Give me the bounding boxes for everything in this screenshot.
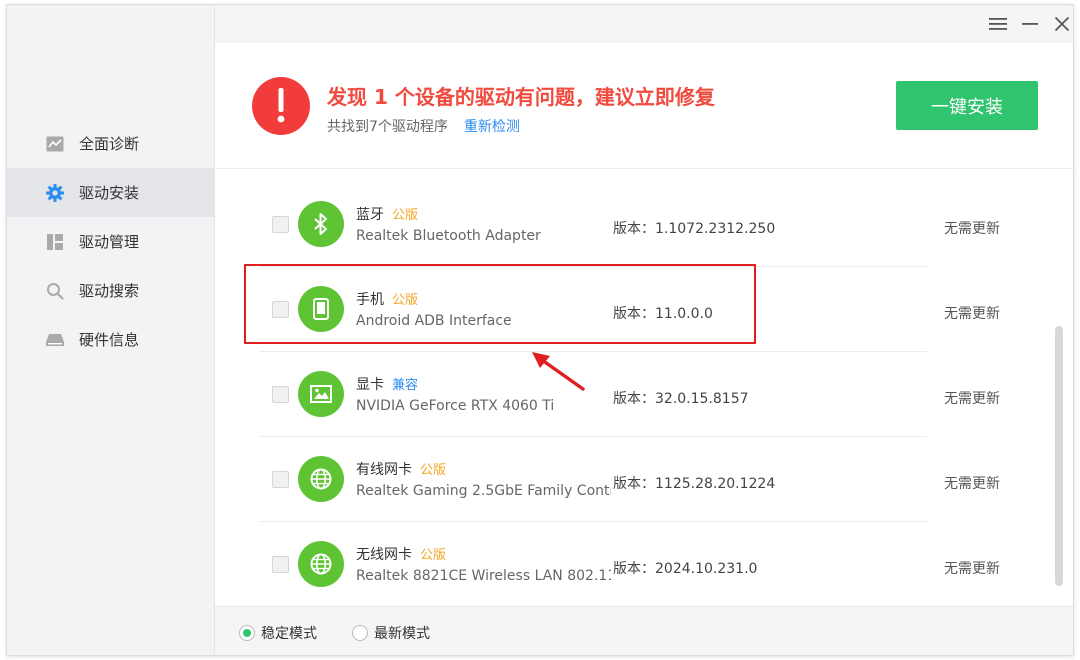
update-status: 无需更新 xyxy=(944,391,1000,407)
list-item: 有线网卡 公版 Realtek Gaming 2.5GbE Family Cont… xyxy=(215,437,1057,522)
driver-list: 蓝牙 公版 Realtek Bluetooth Adapter 版本：1.1072… xyxy=(215,182,1057,606)
sidebar-nav: 全面诊断 驱动安装 驱动管理 驱动搜索 硬件信息 xyxy=(7,119,215,364)
sidebar-item-driver-install[interactable]: 驱动安装 xyxy=(7,168,215,217)
list-item: 显卡 兼容 NVIDIA GeForce RTX 4060 Ti 版本：32.0.… xyxy=(215,352,1057,437)
app-window: 全面诊断 驱动安装 驱动管理 驱动搜索 硬件信息 发现 1 个设备的驱动有问题，… xyxy=(6,4,1074,656)
device-name: 手机 公版 xyxy=(356,289,418,309)
latest-mode-radio[interactable]: 最新模式 xyxy=(352,623,430,643)
update-status: 无需更新 xyxy=(944,476,1000,492)
list-item: 手机 公版 Android ADB Interface 版本：11.0.0.0 无… xyxy=(215,267,1057,352)
globe-icon xyxy=(298,456,344,502)
sidebar: 全面诊断 驱动安装 驱动管理 驱动搜索 硬件信息 xyxy=(7,5,215,655)
sidebar-item-label: 驱动安装 xyxy=(79,184,140,202)
one-click-install-button[interactable]: 一键安装 xyxy=(896,81,1038,130)
device-model: Realtek Gaming 2.5GbE Family Contr xyxy=(356,483,611,499)
stable-mode-radio[interactable]: 稳定模式 xyxy=(239,623,317,643)
sidebar-item-driver-search[interactable]: 驱动搜索 xyxy=(7,266,215,315)
headline: 发现 1 个设备的驱动有问题，建议立即修复 xyxy=(327,85,715,109)
driver-tag: 公版 xyxy=(392,293,419,308)
device-model: NVIDIA GeForce RTX 4060 Ti xyxy=(356,398,555,414)
driver-tag: 公版 xyxy=(420,548,447,563)
device-name-text: 无线网卡 xyxy=(356,547,412,563)
driver-tag: 公版 xyxy=(392,208,419,223)
minimize-icon[interactable] xyxy=(1017,11,1043,37)
driver-version: 版本：11.0.0.0 xyxy=(613,306,713,322)
row-checkbox[interactable] xyxy=(272,216,289,233)
sidebar-item-full-diagnosis[interactable]: 全面诊断 xyxy=(7,119,215,168)
driver-tag: 公版 xyxy=(420,463,447,478)
list-scrollbar[interactable] xyxy=(1055,326,1063,586)
search-icon xyxy=(45,281,65,301)
device-model: Realtek 8821CE Wireless LAN 802.11a xyxy=(356,568,611,584)
device-name-text: 手机 xyxy=(356,292,384,308)
driver-version: 版本：2024.10.231.0 xyxy=(613,561,758,577)
row-checkbox[interactable] xyxy=(272,301,289,318)
sidebar-item-hardware-info[interactable]: 硬件信息 xyxy=(7,315,215,364)
driver-version: 版本：32.0.15.8157 xyxy=(613,391,749,407)
sidebar-item-driver-manage[interactable]: 驱动管理 xyxy=(7,217,215,266)
driver-version: 版本：1125.28.20.1224 xyxy=(613,476,776,492)
driver-version: 版本：1.1072.2312.250 xyxy=(613,221,776,237)
image-icon xyxy=(298,371,344,417)
device-name-text: 显卡 xyxy=(356,377,384,393)
row-checkbox[interactable] xyxy=(272,471,289,488)
recheck-link[interactable]: 重新检测 xyxy=(464,119,520,135)
row-checkbox[interactable] xyxy=(272,556,289,573)
menu-icon[interactable] xyxy=(985,11,1011,37)
title-bar xyxy=(215,5,1073,43)
phone-icon xyxy=(298,286,344,332)
grid-icon xyxy=(45,232,65,252)
list-item: 无线网卡 公版 Realtek 8821CE Wireless LAN 802.1… xyxy=(215,522,1057,606)
sidebar-item-label: 硬件信息 xyxy=(79,331,140,349)
sidebar-item-label: 驱动管理 xyxy=(79,233,140,251)
radio-selected-indicator[interactable] xyxy=(239,625,255,641)
device-name: 有线网卡 公版 xyxy=(356,459,446,479)
device-model: Android ADB Interface xyxy=(356,313,512,329)
device-name-text: 蓝牙 xyxy=(356,207,384,223)
sidebar-item-label: 驱动搜索 xyxy=(79,282,140,300)
device-name-text: 有线网卡 xyxy=(356,462,412,478)
stable-mode-label: 稳定模式 xyxy=(261,626,317,642)
gear-icon xyxy=(45,183,65,203)
device-name: 蓝牙 公版 xyxy=(356,204,418,224)
radio-indicator[interactable] xyxy=(352,625,368,641)
exclamation-icon xyxy=(252,77,310,135)
sidebar-item-label: 全面诊断 xyxy=(79,135,140,153)
list-item: 蓝牙 公版 Realtek Bluetooth Adapter 版本：1.1072… xyxy=(215,182,1057,267)
device-model: Realtek Bluetooth Adapter xyxy=(356,228,541,244)
bluetooth-icon xyxy=(298,201,344,247)
update-status: 无需更新 xyxy=(944,561,1000,577)
latest-mode-label: 最新模式 xyxy=(374,626,430,642)
driver-count-text: 共找到7个驱动程序 xyxy=(327,119,448,135)
device-name: 无线网卡 公版 xyxy=(356,544,446,564)
device-name: 显卡 兼容 xyxy=(356,374,418,394)
globe-icon xyxy=(298,541,344,587)
disk-icon xyxy=(45,330,65,350)
driver-tag: 兼容 xyxy=(392,378,419,393)
chart-icon xyxy=(45,134,65,154)
close-icon[interactable] xyxy=(1049,11,1073,37)
update-status: 无需更新 xyxy=(944,221,1000,237)
mode-footer: 稳定模式 最新模式 xyxy=(215,606,1073,655)
row-checkbox[interactable] xyxy=(272,386,289,403)
subline: 共找到7个驱动程序 重新检测 xyxy=(327,116,520,136)
scan-result-header: 发现 1 个设备的驱动有问题，建议立即修复 共找到7个驱动程序 重新检测 一键安装 xyxy=(215,43,1073,169)
update-status: 无需更新 xyxy=(944,306,1000,322)
